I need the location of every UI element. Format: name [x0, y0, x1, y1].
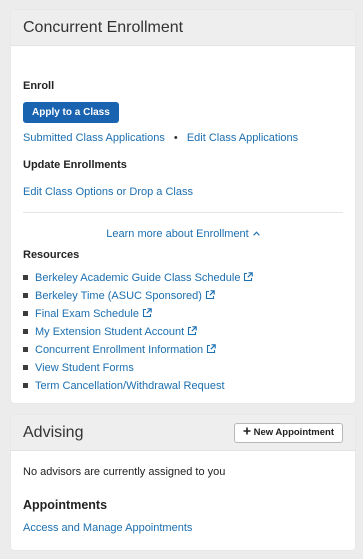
update-enrollments-heading: Update Enrollments — [23, 159, 127, 171]
resource-item: View Student Forms — [23, 359, 253, 377]
card-header: Advising New Appointment — [11, 415, 355, 451]
apply-to-class-button[interactable]: Apply to a Class — [23, 102, 119, 123]
resource-item: Concurrent Enrollment Information — [23, 341, 253, 359]
bullet-icon — [23, 347, 28, 352]
resource-link-concurrent-info[interactable]: Concurrent Enrollment Information — [35, 344, 203, 356]
external-link-icon — [206, 342, 216, 360]
resource-item: Berkeley Time (ASUC Sponsored) — [23, 287, 253, 305]
external-link-icon — [205, 288, 215, 306]
bullet-icon — [23, 383, 28, 388]
submitted-applications-link[interactable]: Submitted Class Applications — [23, 132, 165, 144]
bullet-icon — [23, 275, 28, 280]
resource-link-student-forms[interactable]: View Student Forms — [35, 362, 134, 374]
external-link-icon — [187, 324, 197, 342]
resource-item: Final Exam Schedule — [23, 305, 253, 323]
resource-link-extension-account[interactable]: My Extension Student Account — [35, 326, 184, 338]
bullet-icon — [23, 311, 28, 316]
bullet-icon — [23, 329, 28, 334]
card-header: Concurrent Enrollment — [11, 10, 355, 46]
external-link-icon — [243, 270, 254, 288]
resource-link-withdrawal[interactable]: Term Cancellation/Withdrawal Request — [35, 380, 225, 392]
chevron-up-icon — [252, 227, 260, 239]
resource-item: Term Cancellation/Withdrawal Request — [23, 377, 253, 395]
bullet-icon — [23, 365, 28, 370]
card-title: Concurrent Enrollment — [23, 18, 184, 36]
resource-link-final-exam[interactable]: Final Exam Schedule — [35, 308, 139, 320]
concurrent-enrollment-card: Concurrent Enrollment Enroll Apply to a … — [11, 10, 355, 403]
learn-more-toggle[interactable]: Learn more about Enrollment — [11, 227, 355, 240]
resource-item: Berkeley Academic Guide Class Schedule — [23, 269, 254, 288]
resource-item: My Extension Student Account — [23, 323, 253, 341]
card-body: Enroll Apply to a Class Submitted Class … — [11, 46, 355, 403]
resource-link-academic-guide[interactable]: Berkeley Academic Guide Class Schedule — [35, 272, 240, 284]
separator-dot: • — [173, 132, 178, 144]
advising-card: Advising New Appointment No advisors are… — [11, 415, 355, 550]
divider — [23, 212, 343, 213]
edit-class-options-link[interactable]: Edit Class Options or Drop a Class — [23, 186, 193, 198]
external-link-icon — [142, 306, 152, 324]
manage-appointments-link[interactable]: Access and Manage Appointments — [23, 522, 192, 534]
plus-icon — [243, 427, 251, 438]
edit-applications-link[interactable]: Edit Class Applications — [187, 132, 298, 144]
resources-list: Berkeley Academic Guide Class Schedule B… — [23, 269, 254, 395]
resources-heading: Resources — [23, 249, 80, 261]
resource-link-berkeley-time[interactable]: Berkeley Time (ASUC Sponsored) — [35, 290, 202, 302]
application-links-row: Submitted Class Applications • Edit Clas… — [23, 132, 298, 144]
new-appointment-button[interactable]: New Appointment — [233, 422, 343, 443]
bullet-icon — [23, 293, 28, 298]
card-title: Advising — [23, 423, 84, 441]
appointments-heading: Appointments — [23, 498, 108, 512]
no-advisors-text: No advisors are currently assigned to yo… — [23, 466, 226, 478]
enroll-heading: Enroll — [23, 80, 55, 92]
new-appointment-label: New Appointment — [253, 427, 334, 438]
learn-more-label: Learn more about Enrollment — [106, 228, 249, 240]
card-body: No advisors are currently assigned to yo… — [11, 451, 355, 550]
